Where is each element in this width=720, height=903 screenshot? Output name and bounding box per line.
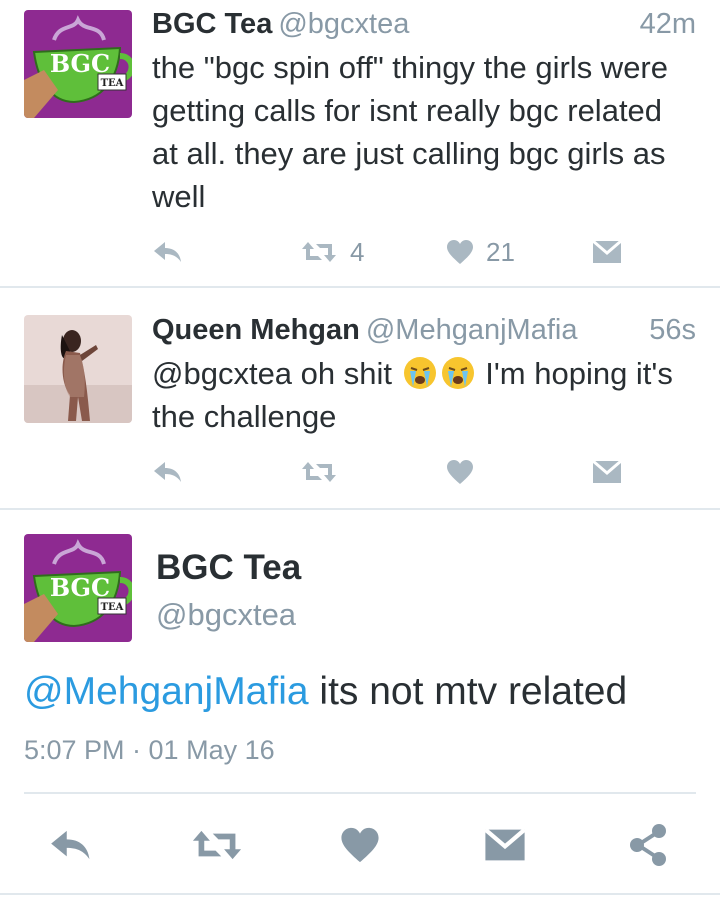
reply-icon — [51, 830, 90, 860]
tweet-text: @MehganjMafia its not mtv related — [24, 670, 627, 714]
tweet-timestamp: 5:07 PM · 01 May 16 — [24, 735, 275, 765]
tweet-text-body: its not mtv related — [308, 670, 628, 713]
username[interactable]: @bgcxtea — [278, 8, 409, 40]
bgc-tea-logo: BGC TEA — [24, 534, 132, 642]
like-icon — [341, 827, 379, 863]
avatar[interactable]: BGC TEA — [24, 10, 132, 118]
retweet-icon — [302, 242, 336, 262]
reply-icon — [154, 462, 181, 482]
retweet-count: 4 — [350, 236, 365, 267]
display-name[interactable]: Queen Mehgan — [152, 314, 360, 346]
reply-icon — [154, 242, 181, 262]
avatar[interactable]: BGC TEA — [24, 534, 132, 642]
divider — [0, 508, 720, 510]
reply-button[interactable] — [48, 820, 94, 870]
like-icon — [447, 460, 473, 484]
retweet-button[interactable] — [300, 452, 338, 492]
tweet-text: @bgcxtea oh shit I'm hoping it's the cha… — [152, 352, 696, 438]
tweet-time: 42m — [639, 8, 696, 40]
display-name[interactable]: BGC Tea — [152, 8, 272, 40]
avatar[interactable] — [24, 315, 132, 423]
tweet-queen-mehgan[interactable]: Queen Mehgan @MehganjMafia 56s @bgcxtea o… — [0, 314, 720, 494]
like-button[interactable] — [340, 820, 380, 870]
direct-message-button[interactable] — [592, 232, 622, 272]
retweet-button[interactable]: 4 — [300, 232, 364, 272]
direct-message-icon — [592, 239, 622, 263]
divider — [0, 893, 720, 895]
like-count: 21 — [486, 236, 515, 267]
username[interactable]: @MehganjMafia — [366, 314, 578, 346]
direct-message-icon — [484, 828, 526, 861]
bgc-tea-logo: BGC TEA — [24, 10, 132, 118]
retweet-icon — [192, 830, 242, 860]
tweet-text: the "bgc spin off" thingy the girls were… — [152, 50, 668, 214]
reply-button[interactable] — [152, 232, 184, 272]
direct-message-button[interactable] — [592, 452, 622, 492]
loudly-crying-face-icon — [403, 356, 437, 390]
share-button[interactable] — [628, 820, 668, 870]
tweet-bgc-tea[interactable]: BGC TEA BGC Tea @bgcxtea 42m the "bgc spi… — [0, 8, 720, 283]
divider — [0, 286, 720, 288]
profile-photo — [24, 315, 132, 423]
display-name[interactable]: BGC Tea — [156, 548, 301, 588]
svg-text:TEA: TEA — [101, 78, 124, 89]
like-icon — [447, 240, 473, 264]
retweet-button[interactable] — [190, 820, 244, 870]
username[interactable]: @bgcxtea — [156, 597, 296, 633]
loudly-crying-face-icon — [441, 356, 475, 390]
share-icon — [630, 824, 666, 866]
tweet-text-start: @bgcxtea oh shit — [152, 356, 392, 391]
like-button[interactable]: 21 — [446, 232, 515, 272]
reply-button[interactable] — [152, 452, 184, 492]
tweet-actions — [0, 820, 720, 870]
tweet-time: 56s — [649, 314, 696, 346]
direct-message-icon — [592, 459, 622, 483]
direct-message-button[interactable] — [484, 820, 526, 870]
divider — [24, 792, 696, 794]
mention-link[interactable]: @MehganjMafia — [24, 670, 309, 713]
like-button[interactable] — [446, 452, 474, 492]
retweet-icon — [302, 462, 336, 482]
svg-text:TEA: TEA — [101, 602, 124, 613]
